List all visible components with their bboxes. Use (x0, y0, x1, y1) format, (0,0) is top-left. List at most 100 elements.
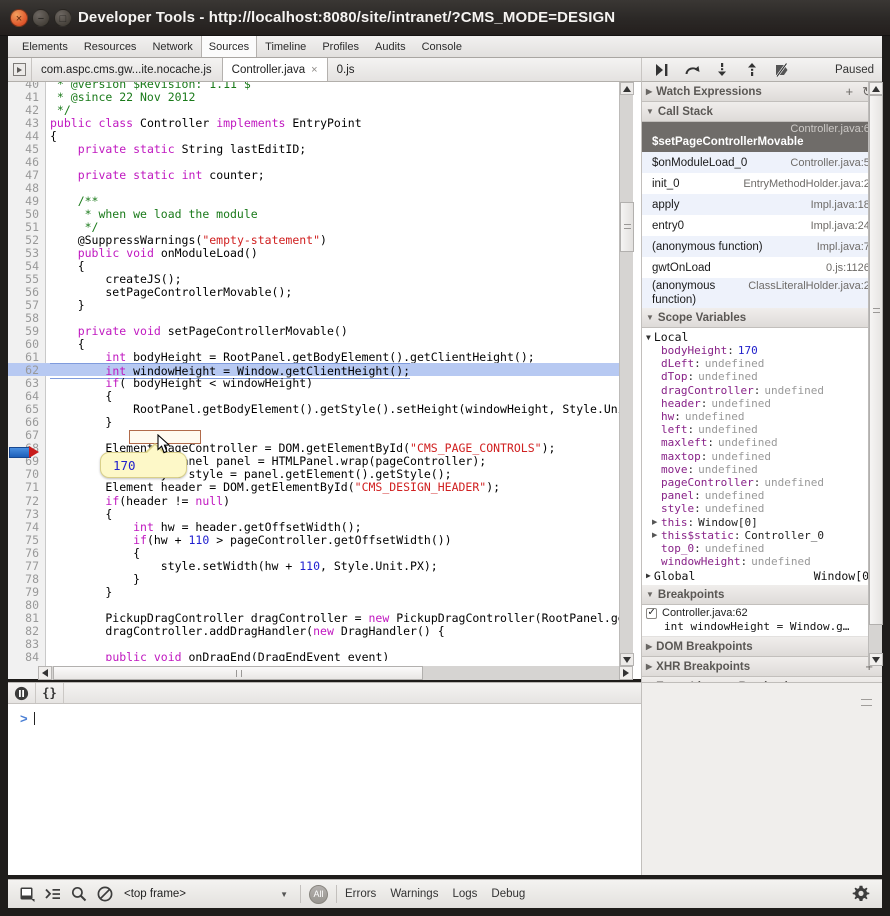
line-code[interactable]: } (50, 585, 112, 599)
scroll-down-icon[interactable] (620, 653, 634, 666)
section-dom-breakpoints[interactable]: ▶ DOM Breakpoints (642, 637, 882, 658)
line-code[interactable]: } (50, 572, 140, 586)
line-code[interactable]: public void onDragEnd(DragEndEvent event… (50, 650, 389, 661)
code-line[interactable]: 71 Element header = DOM.getElementById("… (8, 480, 626, 494)
maximize-icon[interactable]: □ (54, 9, 72, 27)
line-code[interactable]: @SuppressWarnings("empty-statement") (50, 233, 327, 247)
resume-button[interactable] (652, 61, 672, 79)
console-prompt-row[interactable]: > (8, 710, 35, 726)
step-over-button[interactable] (682, 61, 702, 79)
scroll-up-icon[interactable] (869, 82, 883, 95)
line-code[interactable]: int bodyHeight = RootPanel.getBodyElemen… (50, 350, 534, 364)
scope-local-header[interactable]: ▼ Local (642, 330, 882, 344)
tab-timeline[interactable]: Timeline (257, 36, 314, 57)
chevron-right-icon[interactable]: ▶ (652, 531, 661, 539)
code-line[interactable]: 78 } (8, 572, 626, 586)
call-stack-frame[interactable]: $onModuleLoad_0 Controller.java:56 (642, 152, 882, 173)
line-code[interactable]: if(hw + 110 > pageController.getOffsetWi… (50, 533, 452, 547)
scroll-down-icon[interactable] (869, 653, 883, 666)
code-line[interactable]: 84 public void onDragEnd(DragEndEvent ev… (8, 650, 626, 661)
section-call-stack[interactable]: ▼ Call Stack (642, 102, 882, 122)
console-output-area[interactable]: > (8, 704, 641, 875)
scope-variable-row[interactable]: ▶ this: Window[0] (642, 515, 882, 529)
scope-variables-list[interactable]: ▼ Local bodyHeight:170 dLeft: undefined dTo… (642, 328, 882, 586)
code-line[interactable]: 64 { (8, 389, 626, 403)
call-stack-frame[interactable]: apply Impl.java:189 (642, 194, 882, 215)
call-stack-frame[interactable]: (anonymous function) Impl.java:70 (642, 236, 882, 257)
code-line[interactable]: 49 /** (8, 194, 626, 208)
tab-console[interactable]: Console (414, 36, 470, 57)
show-navigator-icon[interactable] (8, 58, 32, 81)
code-line[interactable]: 62 int windowHeight = Window.getClientHe… (8, 363, 626, 380)
scope-variable-row[interactable]: panel: undefined (642, 489, 882, 502)
code-line[interactable]: 58 (8, 311, 626, 325)
code-line[interactable]: 73 { (8, 507, 626, 521)
code-line[interactable]: 81 PickupDragController dragController =… (8, 611, 626, 625)
line-code[interactable]: /** (50, 194, 99, 208)
scope-variable-row[interactable]: top_0: undefined (642, 542, 882, 555)
code-line[interactable]: 50 * when we load the module (8, 207, 626, 221)
call-stack-list[interactable]: Controller.java:62 $setPageControllerMova… (642, 122, 882, 308)
scope-variable-row[interactable]: pageController: undefined (642, 476, 882, 489)
line-code[interactable]: public void onModuleLoad() (50, 246, 258, 260)
scope-variable-row[interactable]: left: undefined (642, 423, 882, 436)
close-icon[interactable]: × (10, 9, 28, 27)
filter-debug[interactable]: Debug (491, 888, 525, 900)
code-line[interactable]: 72 if(header != null) (8, 494, 626, 508)
code-line[interactable]: 51 */ (8, 220, 626, 234)
section-xhr-breakpoints[interactable]: ▶ XHR Breakpoints + (642, 657, 882, 678)
scope-variable-row[interactable]: header: undefined (642, 397, 882, 410)
deactivate-breakpoints-button[interactable] (772, 61, 792, 79)
pause-on-exceptions-button[interactable] (8, 683, 36, 703)
line-code[interactable]: { (50, 337, 85, 351)
call-stack-frame[interactable]: Controller.java:62 $setPageControllerMova… (642, 122, 882, 152)
scope-variable-row[interactable]: maxtop: undefined (642, 450, 882, 463)
scope-variable-row[interactable]: ▶ this$static: Controller_0 (642, 529, 882, 542)
breakpoint-marker[interactable] (8, 446, 42, 459)
code-line[interactable]: 57 } (8, 298, 626, 312)
code-line[interactable]: 80 (8, 598, 626, 612)
code-line[interactable]: 55 createJS(); (8, 272, 626, 286)
editor-horizontal-scrollbar[interactable] (38, 666, 633, 680)
scope-variable-row[interactable]: move: undefined (642, 463, 882, 476)
sidebar-resize-area[interactable] (641, 682, 882, 875)
scope-variable-row[interactable]: dTop: undefined (642, 370, 882, 383)
scope-variable-row[interactable]: windowHeight: undefined (642, 555, 882, 568)
line-code[interactable]: private static int counter; (50, 168, 265, 182)
scope-variable-row[interactable]: dragController: undefined (642, 384, 882, 397)
line-code[interactable]: } (50, 415, 112, 429)
add-watch-icon[interactable]: + (846, 84, 854, 100)
code-editor[interactable]: 40 * @version $Revision: 1.11 $41 * @sin… (8, 82, 641, 679)
line-code[interactable]: { (50, 507, 112, 521)
code-content[interactable]: 40 * @version $Revision: 1.11 $41 * @sin… (8, 82, 626, 661)
line-code[interactable]: } (50, 298, 85, 312)
code-line[interactable]: 61 int bodyHeight = RootPanel.getBodyEle… (8, 350, 626, 364)
scope-variable-row[interactable]: hw: undefined (642, 410, 882, 423)
code-line[interactable]: 52 @SuppressWarnings("empty-statement") (8, 233, 626, 247)
step-out-button[interactable] (742, 61, 762, 79)
tab-sources[interactable]: Sources (200, 36, 258, 57)
file-tab-nocache-js[interactable]: com.aspc.cms.gw...ite.nocache.js (32, 58, 222, 81)
code-line[interactable]: 43 public class Controller implements Ent… (8, 116, 626, 130)
code-line[interactable]: 77 style.setWidth(hw + 110, Style.Unit.P… (8, 559, 626, 573)
code-line[interactable]: 45 private static String lastEditID; (8, 142, 626, 156)
code-line[interactable]: 44 { (8, 129, 626, 143)
minimize-icon[interactable]: − (32, 9, 50, 27)
code-line[interactable]: 76 { (8, 546, 626, 560)
line-code[interactable]: if(header != null) (50, 494, 230, 508)
filter-warnings[interactable]: Warnings (390, 888, 438, 900)
call-stack-frame[interactable]: init_0 EntryMethodHolder.java:22 (642, 173, 882, 194)
code-line[interactable]: 75 if(hw + 110 > pageController.getOffse… (8, 533, 626, 547)
scrollbar-thumb[interactable] (869, 95, 883, 625)
line-code[interactable]: PickupDragController dragController = ne… (50, 611, 626, 625)
code-line[interactable]: 63 if( bodyHeight < windowHeight) (8, 376, 626, 390)
section-watch-expressions[interactable]: ▶ Watch Expressions + ↻ (642, 82, 882, 102)
scope-variable-row[interactable]: style: undefined (642, 502, 882, 515)
code-line[interactable]: 53 public void onModuleLoad() (8, 246, 626, 260)
tab-elements[interactable]: Elements (14, 36, 76, 57)
code-line[interactable]: 82 dragController.addDragHandler(new Dra… (8, 624, 626, 638)
scope-variable-row[interactable]: bodyHeight:170 (642, 344, 882, 357)
code-line[interactable]: 65 RootPanel.getBodyElement().getStyle()… (8, 402, 626, 416)
line-code[interactable]: if( bodyHeight < windowHeight) (50, 376, 313, 390)
line-code[interactable]: { (50, 546, 140, 560)
